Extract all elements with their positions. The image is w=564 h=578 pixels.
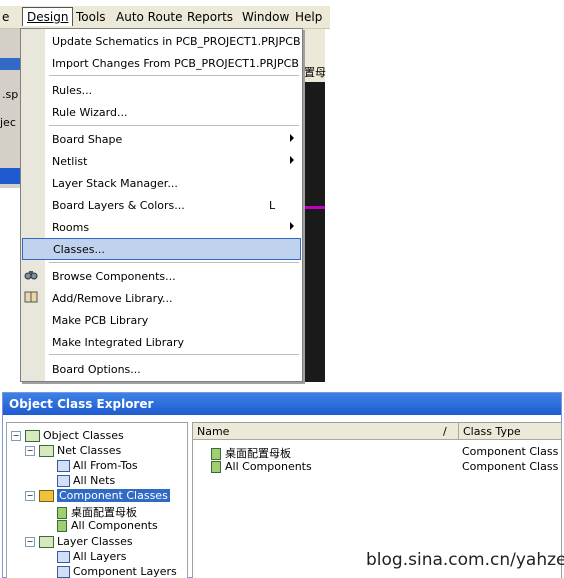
shortcut-label: L <box>269 199 276 212</box>
component-class-icon <box>211 448 221 460</box>
list-row-type: Component Class <box>462 445 559 458</box>
menu-item-classes[interactable]: Classes... <box>22 238 301 260</box>
component-class-icon <box>211 461 221 473</box>
menu-item-board-layers-colors[interactable]: Board Layers & Colors... L <box>21 195 302 215</box>
component-class-icon <box>57 520 67 532</box>
menu-separator <box>49 262 299 263</box>
collapse-icon[interactable]: − <box>25 491 35 501</box>
dark-panel-fragment <box>301 82 325 382</box>
menu-item-add-remove-library[interactable]: Add/Remove Library... <box>21 288 302 308</box>
layer-class-icon <box>57 551 70 563</box>
net-class-icon <box>57 475 70 487</box>
list-row-name[interactable]: 桌面配置母板 <box>211 445 291 461</box>
menu-item-rooms[interactable]: Rooms <box>21 217 302 237</box>
list-row-name[interactable]: All Components <box>211 460 312 473</box>
submenu-arrow-icon <box>290 222 294 230</box>
submenu-arrow-icon <box>290 134 294 142</box>
book-icon <box>24 291 38 303</box>
binoculars-icon <box>24 269 38 281</box>
menu-design[interactable]: Design <box>22 7 74 26</box>
menu-item-update-schematics[interactable]: Update Schematics in PCB_PROJECT1.PRJPCB <box>21 31 302 51</box>
menubar: e Design Tools Auto Route Reports Window… <box>0 6 330 29</box>
menu-item-make-pcb-library[interactable]: Make PCB Library <box>21 310 302 330</box>
collapse-icon[interactable]: − <box>25 537 35 547</box>
toolbar-fragment-blue <box>0 58 20 70</box>
layer-class-icon <box>57 566 70 578</box>
sp-fragment: .sp <box>2 88 19 101</box>
component-class-icon <box>57 507 67 519</box>
menu-item-browse-components[interactable]: Browse Components... <box>21 266 302 286</box>
column-header-class-type[interactable]: Class Type <box>459 423 561 440</box>
menu-separator <box>49 354 299 355</box>
net-class-icon <box>57 460 70 472</box>
tree-node-chinese-class[interactable]: 桌面配置母板 <box>57 504 137 520</box>
menu-item-board-options[interactable]: Board Options... <box>21 359 302 379</box>
menu-separator <box>49 75 299 76</box>
magenta-line-fragment <box>301 206 325 209</box>
component-folder-icon <box>39 490 54 502</box>
list-row-type: Component Class <box>462 460 559 473</box>
watermark-text: blog.sina.com.cn/yahzee <box>366 550 564 570</box>
explorer-title: Object Class Explorer <box>9 397 154 411</box>
menu-help[interactable]: Help <box>295 10 322 24</box>
menu-separator <box>49 125 299 126</box>
menu-item-layer-stack-manager[interactable]: Layer Stack Manager... <box>21 173 302 193</box>
jec-fragment: jec <box>0 116 16 129</box>
design-dropdown-menu: Update Schematics in PCB_PROJECT1.PRJPCB… <box>20 28 303 382</box>
menu-item-board-shape[interactable]: Board Shape <box>21 129 302 149</box>
toolbar-fragment-left <box>0 28 20 188</box>
folder-icon <box>39 536 54 548</box>
class-tree-pane: − Object Classes − Net Classes All From-… <box>6 422 188 578</box>
chinese-fragment: 置母 <box>304 66 326 79</box>
collapse-icon[interactable]: − <box>25 446 35 456</box>
blue-bar-fragment <box>0 168 20 184</box>
submenu-arrow-icon <box>290 156 294 164</box>
folder-icon <box>25 430 40 442</box>
menu-auto-route[interactable]: Auto Route <box>116 10 183 24</box>
folder-icon <box>39 445 54 457</box>
menu-window[interactable]: Window <box>242 10 289 24</box>
menu-item-netlist[interactable]: Netlist <box>21 151 302 171</box>
menu-item-make-integrated-library[interactable]: Make Integrated Library <box>21 332 302 352</box>
menu-item-rule-wizard[interactable]: Rule Wizard... <box>21 102 302 122</box>
explorer-title-bar: Object Class Explorer <box>3 393 561 415</box>
sort-indicator-icon: / <box>443 425 447 438</box>
menu-item-rules[interactable]: Rules... <box>21 80 302 100</box>
menu-item-import-changes[interactable]: Import Changes From PCB_PROJECT1.PRJPCB <box>21 53 302 73</box>
menu-reports[interactable]: Reports <box>187 10 233 24</box>
menu-tools[interactable]: Tools <box>76 10 106 24</box>
menubar-partial-item[interactable]: e <box>2 10 9 24</box>
tree-node-all-components[interactable]: All Components <box>57 519 158 532</box>
column-header-name[interactable]: Name / <box>193 423 459 440</box>
collapse-icon[interactable]: − <box>11 431 21 441</box>
